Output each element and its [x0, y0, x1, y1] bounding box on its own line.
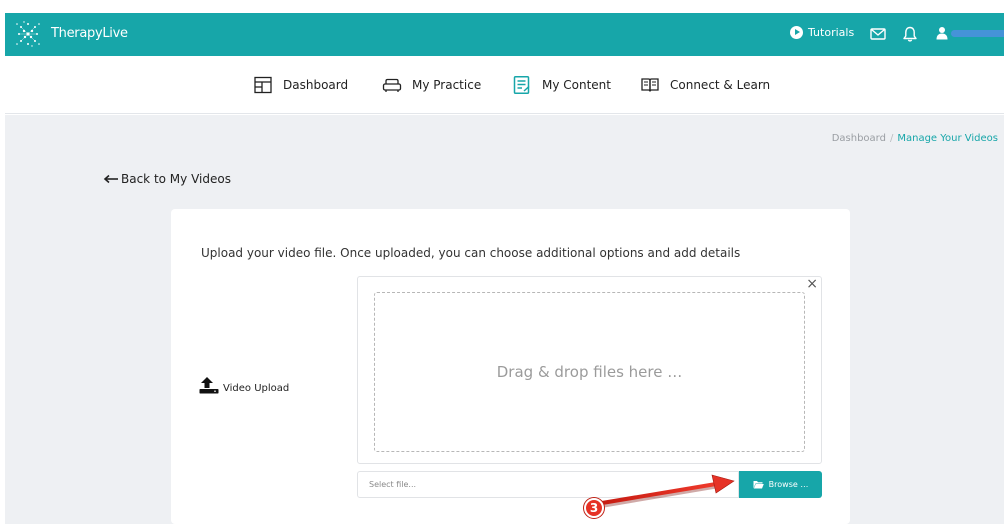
- file-input-placeholder: Select file...: [369, 480, 417, 489]
- book-open-icon: [641, 78, 659, 92]
- breadcrumb-current[interactable]: Manage Your Videos: [897, 133, 998, 144]
- upload-instructions: Upload your video file. Once uploaded, y…: [201, 246, 741, 260]
- drag-drop-zone[interactable]: Drag & drop files here …: [374, 292, 805, 452]
- mail-icon[interactable]: [869, 25, 887, 43]
- upload-icon: [199, 377, 219, 394]
- close-icon[interactable]: ×: [806, 276, 818, 292]
- nav-label-connect-learn: Connect & Learn: [670, 78, 771, 92]
- dashboard-layout-icon: [254, 76, 272, 94]
- file-preview-frame: × Drag & drop files here …: [357, 276, 822, 464]
- nav-item-connect-learn[interactable]: Connect & Learn: [640, 76, 770, 94]
- tutorials-link[interactable]: Tutorials: [790, 26, 854, 39]
- file-name-input[interactable]: Select file...: [357, 471, 739, 498]
- drag-drop-text: Drag & drop files here …: [496, 363, 683, 381]
- page: TherapyLive Tutorials Dashboard My Pract…: [0, 0, 1004, 524]
- bell-icon[interactable]: [901, 25, 919, 43]
- step-number-badge: 3: [584, 498, 604, 518]
- video-upload-text: Video Upload: [223, 383, 290, 394]
- content-list-icon: [513, 76, 530, 94]
- brand-name[interactable]: TherapyLive: [51, 26, 128, 41]
- user-menu[interactable]: [936, 26, 1004, 40]
- user-icon: [936, 27, 948, 40]
- couch-icon: [382, 78, 402, 92]
- folder-open-icon: [753, 481, 764, 489]
- therapylive-logo-icon[interactable]: [13, 19, 43, 49]
- top-header-bar: TherapyLive Tutorials: [5, 13, 1004, 56]
- content-area: Dashboard / Manage Your Videos Back to My …: [5, 115, 1004, 524]
- nav-item-dashboard[interactable]: Dashboard: [253, 76, 348, 94]
- nav-label-my-content: My Content: [542, 78, 611, 92]
- breadcrumb-separator: /: [889, 133, 894, 144]
- nav-item-my-practice[interactable]: My Practice: [382, 76, 481, 94]
- video-upload-label: Video Upload: [199, 376, 289, 394]
- browse-button[interactable]: Browse …: [739, 471, 822, 498]
- upload-card: Upload your video file. Once uploaded, y…: [171, 209, 850, 524]
- play-circle-icon: [790, 26, 803, 39]
- arrow-left-icon: [103, 174, 118, 184]
- main-navigation: Dashboard My Practice My Content Connect…: [5, 56, 1004, 114]
- tutorials-label: Tutorials: [808, 26, 855, 39]
- nav-label-my-practice: My Practice: [412, 78, 482, 92]
- nav-item-my-content[interactable]: My Content: [512, 76, 611, 94]
- nav-label-dashboard: Dashboard: [283, 78, 349, 92]
- breadcrumb-dashboard-link[interactable]: Dashboard: [832, 133, 886, 144]
- back-to-videos-link[interactable]: Back to My Videos: [103, 172, 231, 186]
- browse-label: Browse …: [768, 480, 809, 489]
- breadcrumb: Dashboard / Manage Your Videos: [832, 133, 998, 144]
- user-name-redacted: [951, 29, 1004, 37]
- back-link-label: Back to My Videos: [121, 172, 231, 186]
